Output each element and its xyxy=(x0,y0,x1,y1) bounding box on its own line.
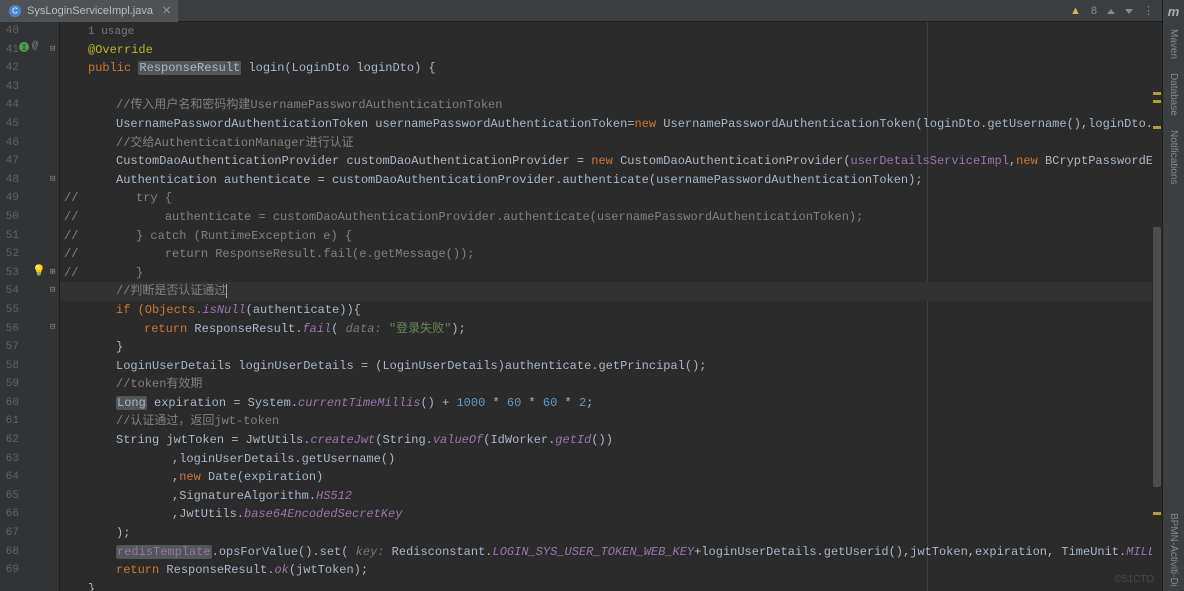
fold-icon[interactable]: ⊟ xyxy=(50,322,55,332)
maven-icon[interactable]: m xyxy=(1168,4,1180,19)
marker[interactable] xyxy=(1153,126,1161,129)
scroll-strip[interactable] xyxy=(1152,22,1162,591)
notifications-tool[interactable]: Notifications xyxy=(1168,126,1179,188)
warning-count[interactable]: 8 xyxy=(1091,5,1097,17)
warning-icon[interactable]: ▲ xyxy=(1070,5,1081,17)
marker[interactable] xyxy=(1153,512,1161,515)
fold-icon[interactable]: ⊞ xyxy=(50,267,55,277)
close-icon[interactable]: ✕ xyxy=(162,4,170,17)
java-class-icon: C xyxy=(8,4,22,18)
next-icon[interactable] xyxy=(1125,5,1133,17)
gutter[interactable]: 4041424344454647484950515253545556575859… xyxy=(0,22,60,591)
impl-icon[interactable]: I xyxy=(18,41,30,57)
right-sidebar: m Maven Database Notifications BPMN-Acti… xyxy=(1162,0,1184,591)
marker[interactable] xyxy=(1153,92,1161,95)
editor: 4041424344454647484950515253545556575859… xyxy=(0,22,1162,591)
fold-icon[interactable]: ⊟ xyxy=(50,44,55,54)
scrollbar-thumb[interactable] xyxy=(1153,227,1161,487)
file-tab[interactable]: C SysLoginServiceImpl.java ✕ xyxy=(0,0,178,22)
override-at-icon: @ xyxy=(32,41,38,52)
svg-text:C: C xyxy=(12,6,18,15)
gutter-markers: I @ 💡 ⊟ ⊟ ⊞ ⊟ ⊟ xyxy=(22,22,59,591)
marker[interactable] xyxy=(1153,100,1161,103)
code-body[interactable]: 1 usage @Override public ResponseResult … xyxy=(60,22,1162,591)
watermark: ©51CTO xyxy=(1115,574,1154,585)
topright: ▲ 8 ⋮ xyxy=(1070,4,1154,17)
bpmn-tool[interactable]: BPMN-Activiti-Di xyxy=(1168,509,1179,591)
svg-text:I: I xyxy=(22,44,27,53)
fold-icon[interactable]: ⊟ xyxy=(50,285,55,295)
database-tool[interactable]: Database xyxy=(1168,69,1179,120)
fold-icon[interactable]: ⊟ xyxy=(50,174,55,184)
prev-icon[interactable] xyxy=(1107,5,1115,17)
tab-bar: C SysLoginServiceImpl.java ✕ ▲ 8 ⋮ xyxy=(0,0,1184,22)
annotation: @Override xyxy=(88,43,153,57)
maven-tool[interactable]: Maven xyxy=(1168,25,1179,63)
usage-hint: 1 usage xyxy=(64,26,134,38)
tab-filename: SysLoginServiceImpl.java xyxy=(27,5,153,17)
more-icon[interactable]: ⋮ xyxy=(1143,4,1154,17)
line-numbers: 4041424344454647484950515253545556575859… xyxy=(0,22,22,591)
bulb-icon[interactable]: 💡 xyxy=(32,264,46,278)
